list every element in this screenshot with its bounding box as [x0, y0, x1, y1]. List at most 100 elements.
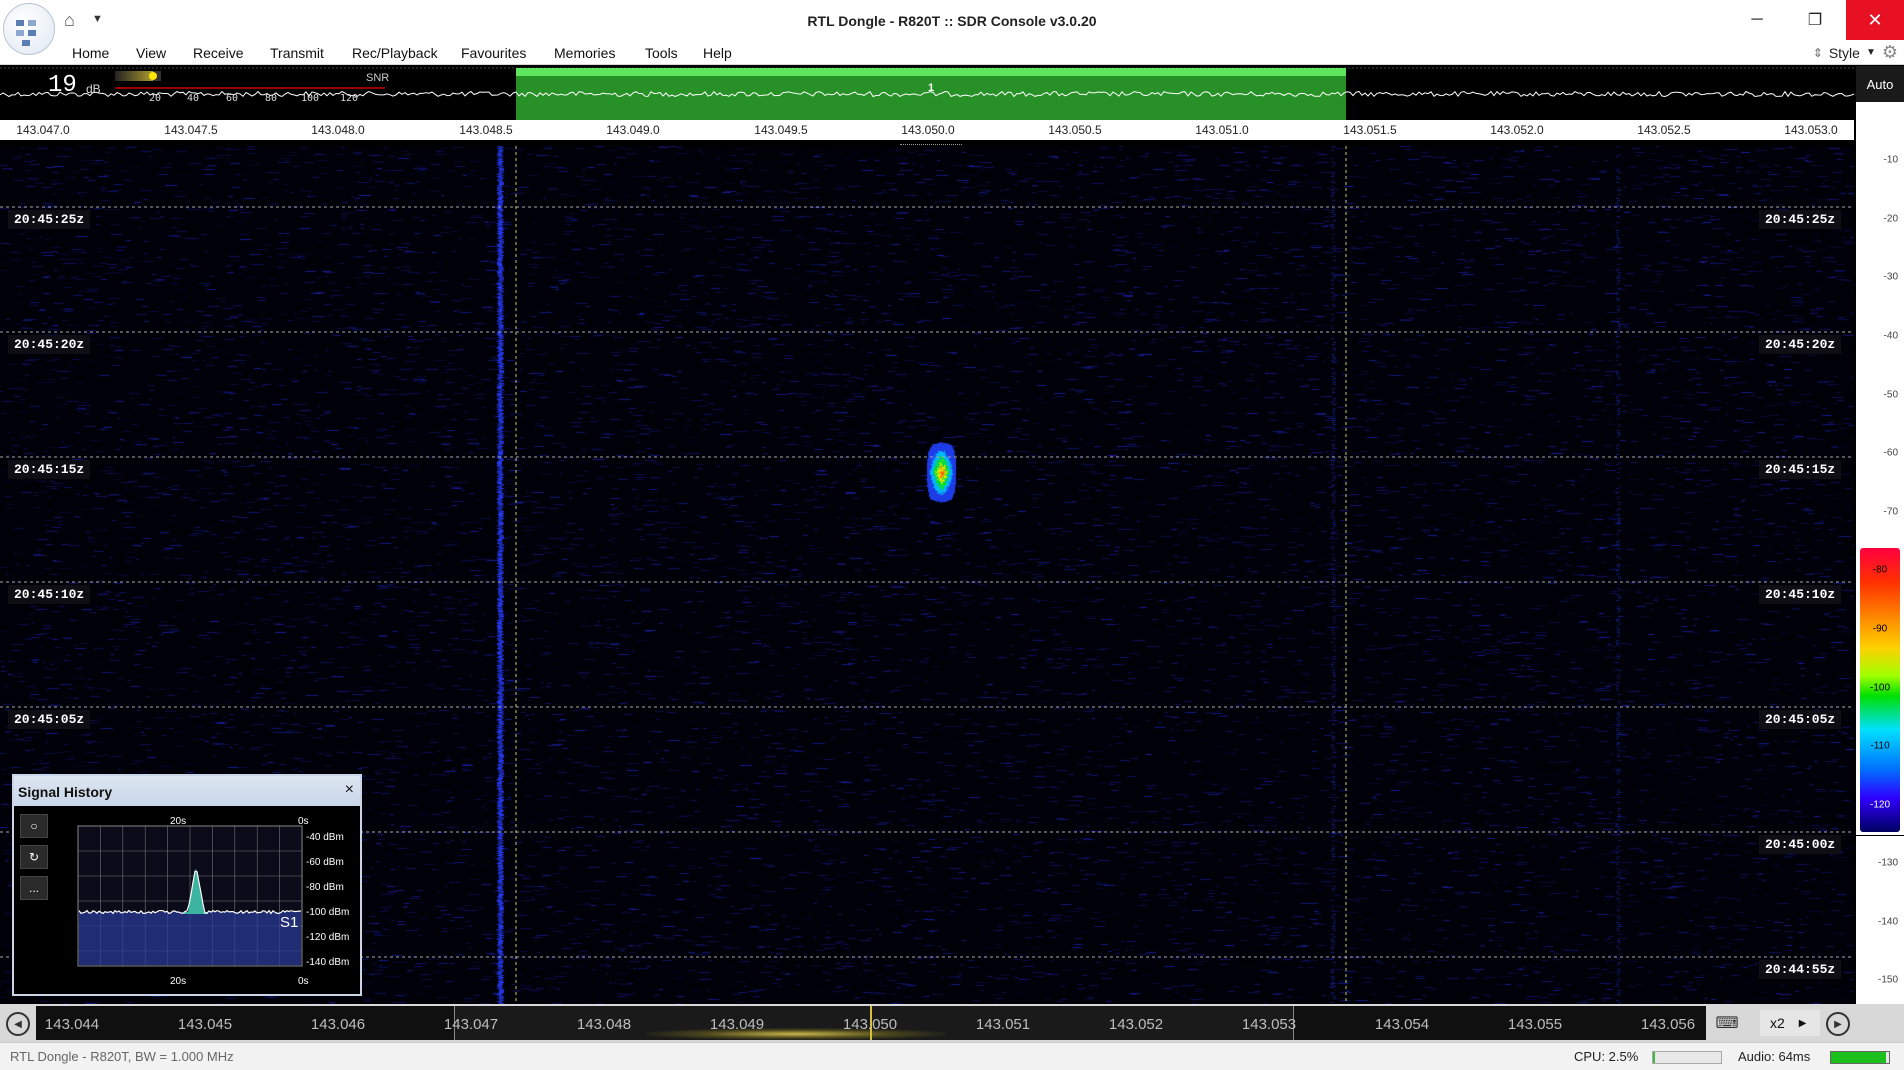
freq-tick: 143.051.5	[1343, 123, 1397, 137]
time-label-left: 20:45:20z	[8, 335, 91, 354]
time-label-left: 20:45:05z	[8, 710, 91, 729]
spectrum-display[interactable]: 19 dB SNR 20 40 60 80 100 120 1 143.047.…	[0, 66, 1854, 146]
gear-icon[interactable]: ⚙	[1882, 42, 1898, 63]
freq-tick: 143.049.5	[754, 123, 808, 137]
close-button[interactable]: ✕	[1846, 0, 1904, 40]
menu-view[interactable]: View	[136, 45, 166, 61]
menu-tools[interactable]: Tools	[645, 45, 678, 61]
center-frequency-underline	[900, 144, 962, 145]
navigator-tick: 143.051	[975, 1016, 1031, 1033]
navigator-tick: 143.052	[1108, 1016, 1164, 1033]
device-status: RTL Dongle - R820T, BW = 1.000 MHz	[10, 1049, 234, 1064]
time-label-left: 20:45:10z	[8, 585, 91, 604]
signal-history-y-label: -140 dBm	[306, 957, 350, 968]
freq-tick: 143.052.0	[1490, 123, 1544, 137]
signal-history-time-bottom-left: 20s	[170, 976, 187, 987]
s-meter-label: S1	[280, 914, 299, 931]
navigator-tick: 143.056	[1640, 1016, 1696, 1033]
freq-tick: 143.049.0	[606, 123, 660, 137]
sdr-console-window: ⌂ ▼ RTL Dongle - R820T :: SDR Console v3…	[0, 0, 1904, 1070]
close-icon[interactable]: ×	[345, 781, 354, 799]
db-tick: -150	[1877, 974, 1898, 986]
maximize-button[interactable]: ❐	[1792, 0, 1838, 40]
signal-history-y-label: -100 dBm	[306, 907, 350, 918]
freq-tick: 143.051.0	[1195, 123, 1249, 137]
signal-history-header[interactable]: Signal History ×	[14, 776, 360, 806]
scroll-right-button[interactable]: ▶	[1826, 1012, 1850, 1036]
db-scale[interactable]: Auto -10 -20 -30 -40 -50 -60 -70 -80 -90…	[1856, 66, 1904, 1004]
cpu-meter	[1652, 1051, 1722, 1064]
freq-tick: 143.048.5	[459, 123, 513, 137]
signal-history-y-label: -80 dBm	[306, 882, 344, 893]
menu-transmit[interactable]: Transmit	[270, 45, 324, 61]
audio-status: Audio: 64ms	[1738, 1049, 1811, 1064]
title-bar: ⌂ ▼ RTL Dongle - R820T :: SDR Console v3…	[0, 0, 1904, 55]
db-tick: -110	[1870, 740, 1890, 752]
frequency-navigator[interactable]: ◀ 143.044 143.045 143.046 143.047 143.04…	[0, 1004, 1904, 1042]
quick-access-dropdown-icon[interactable]: ▼	[92, 13, 103, 25]
time-label-right: 20:44:55z	[1759, 960, 1842, 979]
auto-scale-button[interactable]: Auto	[1856, 66, 1904, 102]
style-selector[interactable]: ⇕ Style ▼ ⚙	[1813, 42, 1898, 63]
db-tick: -70	[1883, 506, 1898, 518]
home-icon[interactable]: ⌂	[64, 10, 75, 31]
menu-rec-playback[interactable]: Rec/Playback	[352, 45, 438, 61]
freq-tick: 143.052.5	[1637, 123, 1691, 137]
time-label-right: 20:45:10z	[1759, 585, 1842, 604]
navigator-tick: 143.046	[310, 1016, 366, 1033]
signal-history-title: Signal History	[18, 784, 113, 800]
menu-favourites[interactable]: Favourites	[461, 45, 526, 61]
navigator-tick: 143.053	[1241, 1016, 1297, 1033]
navigator-tick: 143.044	[44, 1016, 100, 1033]
minimize-button[interactable]: ─	[1734, 0, 1780, 40]
zoom-arrow-icon[interactable]: ▶	[1799, 1018, 1807, 1029]
navigator-center-glow	[646, 1028, 946, 1040]
keyboard-icon[interactable]: ⌨	[1710, 1010, 1744, 1036]
zoom-selector[interactable]: x2 ▶	[1760, 1010, 1820, 1036]
menu-home[interactable]: Home	[72, 45, 109, 61]
menu-memories[interactable]: Memories	[554, 45, 615, 61]
db-tick: -120	[1869, 799, 1890, 811]
snr-scale: 20 40 60 80 100 120	[115, 91, 385, 105]
db-tick: -20	[1883, 213, 1898, 225]
navigator-tick: 143.055	[1507, 1016, 1563, 1033]
cpu-meter-fill	[1653, 1052, 1656, 1063]
snr-tick: 100	[300, 93, 320, 104]
snr-tick: 80	[264, 93, 278, 104]
scroll-arrows-icon[interactable]: ⇕	[1813, 46, 1823, 60]
snr-value: 19	[48, 72, 77, 99]
menu-receive[interactable]: Receive	[193, 45, 244, 61]
freq-tick: 143.048.0	[311, 123, 365, 137]
scale-marker-line	[1856, 835, 1904, 836]
cpu-status: CPU: 2.5%	[1574, 1049, 1639, 1064]
signal-history-y-label: -40 dBm	[306, 832, 344, 843]
frequency-axis[interactable]: 143.047.0 143.047.5 143.048.0 143.048.5 …	[0, 120, 1854, 140]
db-tick: -90	[1872, 623, 1888, 635]
freq-tick: 143.047.5	[164, 123, 218, 137]
scroll-left-button[interactable]: ◀	[6, 1012, 30, 1036]
style-dropdown-icon[interactable]: ▼	[1866, 47, 1876, 58]
signal-history-panel[interactable]: Signal History × ○ ↻ ... 20s 0s 20s 0s -…	[12, 774, 362, 996]
db-tick: -140	[1877, 916, 1898, 928]
freq-tick: 143.053.0	[1784, 123, 1838, 137]
time-label-left: 20:45:25z	[8, 210, 91, 229]
menu-help[interactable]: Help	[703, 45, 732, 61]
time-label-right: 20:45:25z	[1759, 210, 1842, 229]
navigator-tick: 143.045	[177, 1016, 233, 1033]
navigator-tick: 143.050	[842, 1016, 898, 1033]
audio-meter-fill	[1831, 1052, 1887, 1063]
signal-history-y-label: -120 dBm	[306, 932, 350, 943]
snr-label: SNR	[366, 72, 390, 84]
status-bar: RTL Dongle - R820T, BW = 1.000 MHz CPU: …	[0, 1042, 1904, 1070]
navigator-tick: 143.048	[576, 1016, 632, 1033]
snr-meter-indicator	[149, 72, 157, 80]
navigator-scale[interactable]: 143.044 143.045 143.046 143.047 143.048 …	[36, 1006, 1706, 1040]
audio-meter	[1830, 1051, 1890, 1064]
snr-tick: 20	[148, 93, 162, 104]
freq-tick: 143.050.0	[901, 123, 955, 137]
application-menu-button[interactable]	[3, 3, 55, 55]
receiver-marker-label[interactable]: 1	[922, 82, 940, 97]
style-label: Style	[1828, 44, 1860, 61]
freq-tick: 143.047.0	[16, 123, 70, 137]
navigator-tick: 143.049	[709, 1016, 765, 1033]
